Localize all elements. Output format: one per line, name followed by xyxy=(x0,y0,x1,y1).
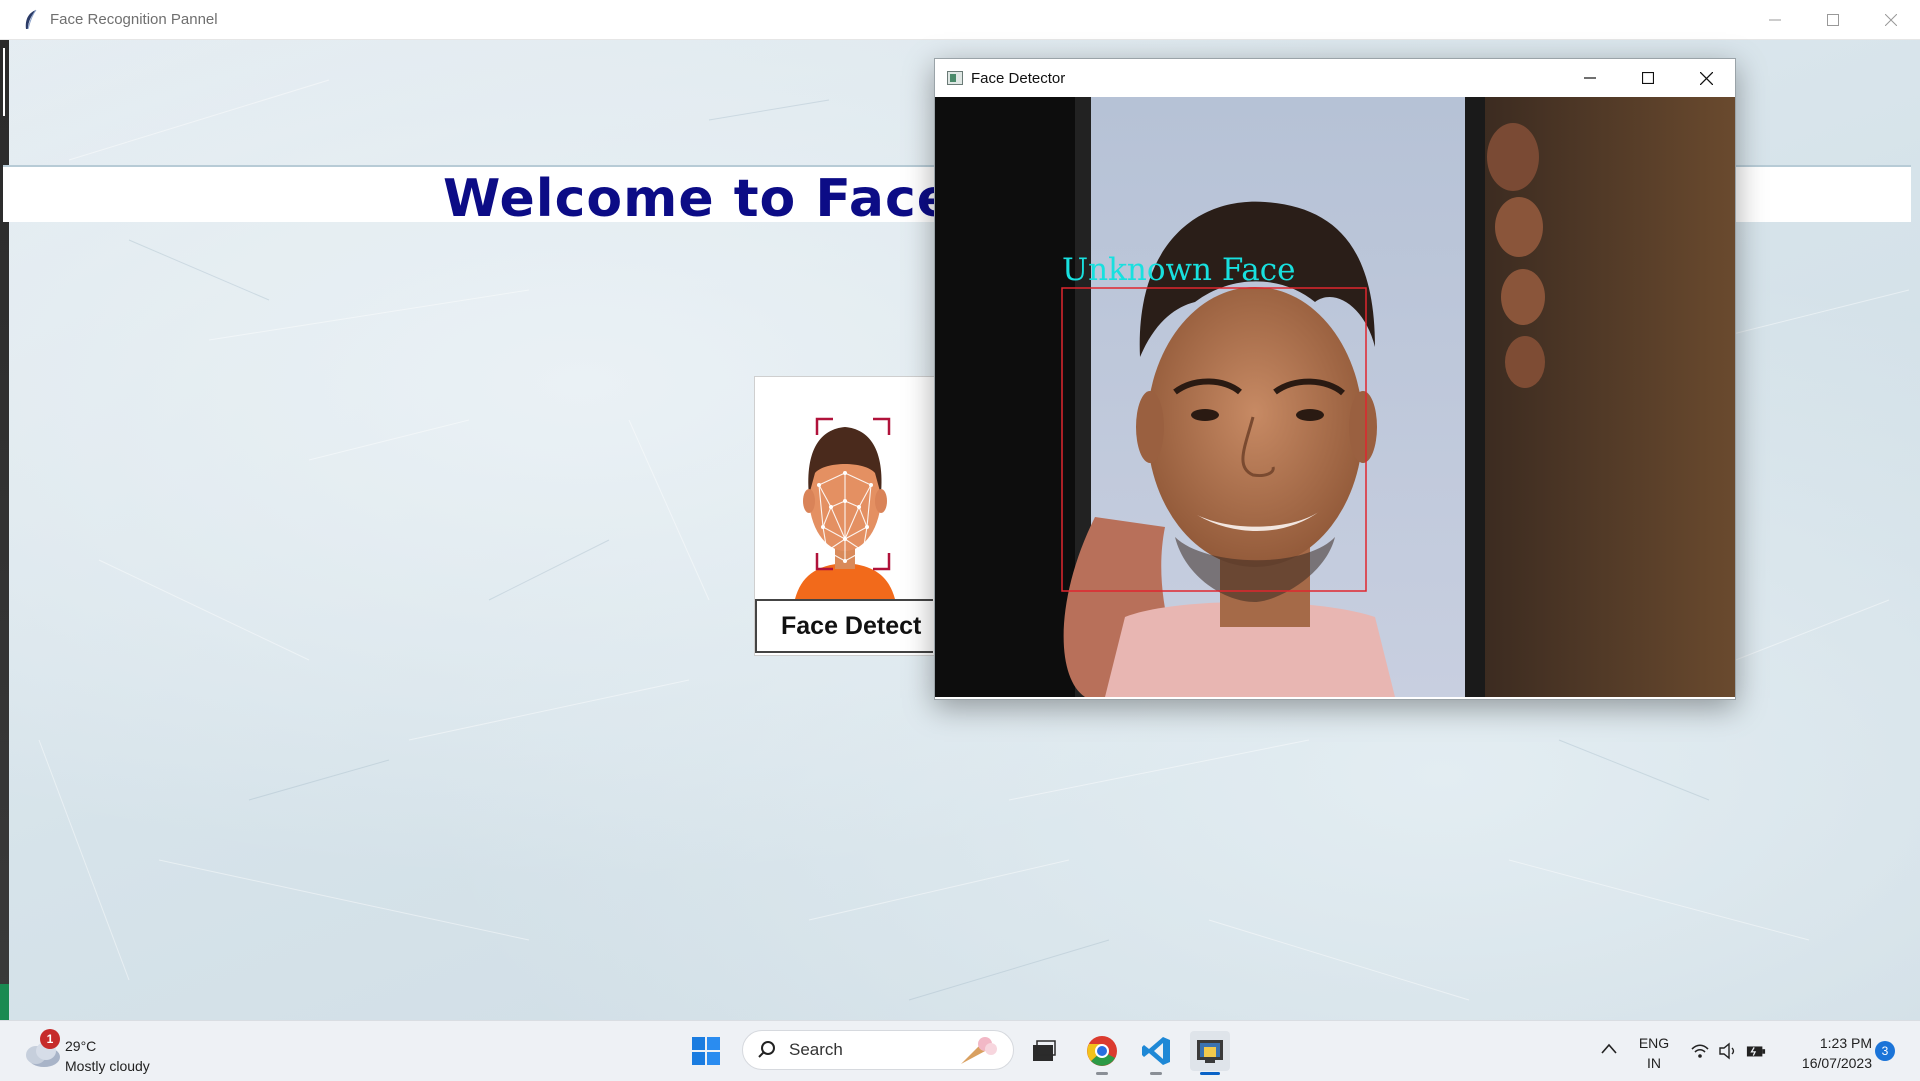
running-indicator xyxy=(1096,1072,1108,1075)
face-mesh-illustration xyxy=(795,417,895,599)
minimize-button[interactable] xyxy=(1746,0,1804,39)
weather-description: Mostly cloudy xyxy=(65,1058,150,1074)
weather-alert-badge: 1 xyxy=(40,1029,60,1049)
face-detector-title: Face Detector xyxy=(971,69,1066,87)
main-titlebar[interactable]: Face Recognition Pannel xyxy=(0,0,1920,40)
minimize-icon xyxy=(1584,77,1596,79)
show-hidden-icons-chevron-icon[interactable] xyxy=(1600,1039,1618,1059)
chrome-taskbar-button[interactable] xyxy=(1082,1031,1122,1075)
chrome-icon xyxy=(1087,1036,1117,1066)
face-detect-button[interactable]: Face Detect xyxy=(755,599,933,653)
feather-app-icon xyxy=(25,9,37,29)
python-taskbar-button[interactable] xyxy=(1190,1031,1230,1075)
battery-charging-icon[interactable] xyxy=(1746,1041,1766,1061)
volume-icon[interactable] xyxy=(1718,1041,1738,1061)
windows-start-icon[interactable] xyxy=(690,1035,722,1067)
wifi-icon[interactable] xyxy=(1690,1041,1710,1061)
maximize-button[interactable] xyxy=(1804,0,1862,39)
edge-marker xyxy=(3,48,5,116)
detection-label: Unknown Face xyxy=(1062,252,1295,288)
taskbar: 1 29°C Mostly cloudy Search ENG IN 1:23 … xyxy=(0,1020,1920,1081)
fd-minimize-button[interactable] xyxy=(1561,59,1619,97)
search-icon xyxy=(758,1041,775,1058)
close-button[interactable] xyxy=(1862,0,1920,39)
vscode-icon xyxy=(1142,1037,1170,1065)
fd-maximize-button[interactable] xyxy=(1619,59,1677,97)
face-detector-window: Face Detector Unknown Face xyxy=(934,58,1736,700)
maximize-icon xyxy=(1827,13,1839,26)
clock-time: 1:23 PM xyxy=(1819,1035,1872,1051)
weather-temperature: 29°C xyxy=(65,1038,97,1054)
window-title: Face Recognition Pannel xyxy=(50,11,218,28)
running-indicator xyxy=(1150,1072,1162,1075)
input-language-indicator[interactable]: ENG IN xyxy=(1636,1033,1672,1073)
welcome-heading: Welcome to Face xyxy=(443,169,954,229)
maximize-icon xyxy=(1642,72,1654,84)
edge-accent xyxy=(0,984,9,1020)
clock-date: 16/07/2023 xyxy=(1801,1055,1872,1071)
clock[interactable]: 1:23 PM 16/07/2023 xyxy=(1784,1033,1872,1073)
task-view-icon xyxy=(1033,1040,1056,1061)
python-app-icon xyxy=(1197,1040,1223,1063)
task-view-button[interactable] xyxy=(1024,1031,1064,1071)
webcam-feed: Unknown Face xyxy=(935,97,1735,697)
region-code: IN xyxy=(1647,1055,1661,1071)
close-icon xyxy=(1885,13,1897,26)
ice-cream-search-highlight-icon xyxy=(961,1037,997,1064)
minimize-icon xyxy=(1769,19,1781,20)
fd-close-button[interactable] xyxy=(1677,59,1735,97)
active-app-indicator xyxy=(1200,1072,1220,1075)
taskbar-search-box[interactable]: Search xyxy=(742,1030,1014,1070)
notification-count-badge[interactable]: 3 xyxy=(1875,1041,1895,1061)
weather-widget[interactable]: 1 29°C Mostly cloudy xyxy=(22,1029,202,1075)
face-detect-card[interactable]: Face Detect xyxy=(754,376,936,656)
language-code: ENG xyxy=(1638,1035,1670,1051)
opencv-window-icon xyxy=(947,71,963,85)
vscode-taskbar-button[interactable] xyxy=(1136,1031,1176,1075)
face-detector-titlebar[interactable]: Face Detector xyxy=(935,59,1735,97)
search-label: Search xyxy=(789,1040,843,1059)
close-icon xyxy=(1699,71,1713,85)
